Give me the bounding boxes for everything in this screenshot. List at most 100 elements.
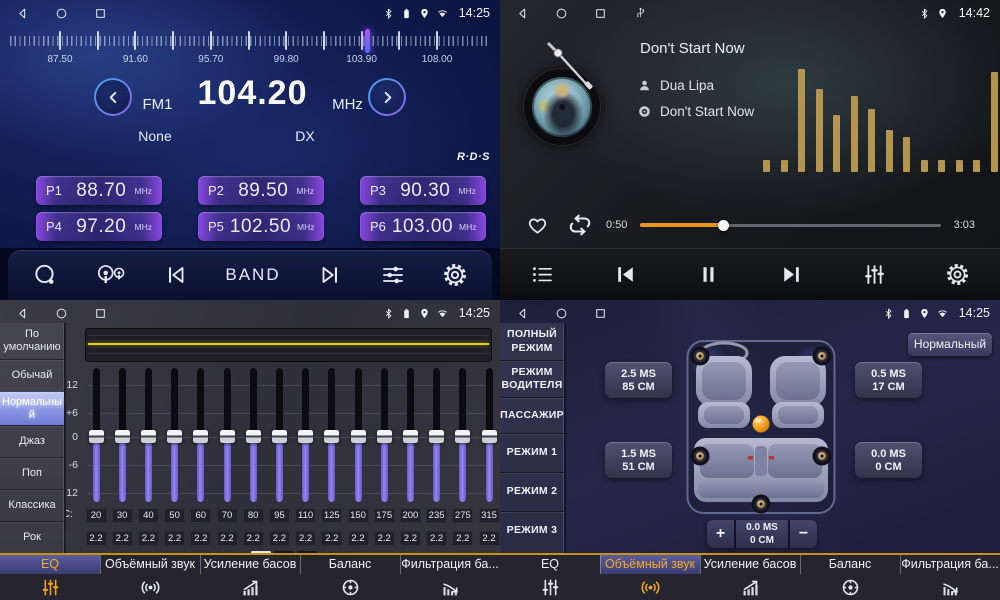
mode-5[interactable]: РЕЖИМ 3: [500, 511, 564, 550]
back-icon[interactable]: [516, 7, 529, 20]
q-value-14[interactable]: 2.2: [452, 531, 473, 546]
slider-thumb[interactable]: [377, 430, 392, 443]
tab-bass-filter[interactable]: Фильтрация ба...: [900, 555, 1000, 600]
radio-preset-P6[interactable]: P6103.00MHz: [360, 212, 486, 241]
fc-value-0[interactable]: 20: [86, 508, 107, 523]
recents-icon[interactable]: [594, 307, 607, 320]
radio-preset-P5[interactable]: P5102.50MHz: [198, 212, 324, 241]
slider-thumb[interactable]: [351, 430, 366, 443]
band-button[interactable]: BAND: [225, 265, 280, 285]
q-value-0[interactable]: 2.2: [86, 531, 107, 546]
eq-band-slider-5[interactable]: [224, 368, 231, 502]
eq-band-slider-2[interactable]: [145, 368, 152, 502]
back-icon[interactable]: [16, 307, 29, 320]
tab-eq[interactable]: EQ: [500, 555, 600, 600]
radio-preset-P3[interactable]: P390.30MHz: [360, 176, 486, 205]
fc-value-4[interactable]: 60: [190, 508, 211, 523]
delay-rear-right-button[interactable]: 0.0 MS 0 CM: [855, 442, 922, 478]
recents-icon[interactable]: [94, 307, 107, 320]
mode-2[interactable]: ПАССАЖИР: [500, 397, 564, 433]
slider-thumb[interactable]: [141, 430, 156, 443]
eq-band-slider-3[interactable]: [171, 368, 178, 502]
seek-next-icon[interactable]: [317, 262, 343, 288]
q-value-7[interactable]: 2.2: [269, 531, 290, 546]
q-value-9[interactable]: 2.2: [321, 531, 342, 546]
q-value-1[interactable]: 2.2: [112, 531, 133, 546]
speaker-rear-right[interactable]: [813, 447, 832, 466]
scan-icon[interactable]: [32, 262, 58, 288]
q-value-5[interactable]: 2.2: [217, 531, 238, 546]
tab-bass-boost[interactable]: Усиление басов: [700, 555, 800, 600]
delay-front-left-button[interactable]: 2.5 MS 85 CM: [605, 362, 672, 398]
back-icon[interactable]: [516, 307, 529, 320]
eq-band-slider-10[interactable]: [355, 368, 362, 502]
slider-thumb[interactable]: [429, 430, 444, 443]
eq-band-slider-1[interactable]: [119, 368, 126, 502]
speaker-subwoofer[interactable]: [752, 495, 771, 514]
eq-band-slider-11[interactable]: [381, 368, 388, 502]
q-value-3[interactable]: 2.2: [164, 531, 185, 546]
slider-thumb[interactable]: [246, 430, 261, 443]
eq-preset-0[interactable]: По умолчанию: [0, 323, 64, 359]
slider-thumb[interactable]: [298, 430, 313, 443]
home-icon[interactable]: [555, 307, 568, 320]
eq-band-slider-12[interactable]: [407, 368, 414, 502]
q-value-13[interactable]: 2.2: [426, 531, 447, 546]
fc-value-5[interactable]: 70: [217, 508, 238, 523]
recents-icon[interactable]: [594, 7, 607, 20]
fc-value-14[interactable]: 275: [452, 508, 473, 523]
fc-value-8[interactable]: 110: [295, 508, 316, 523]
fc-value-13[interactable]: 235: [426, 508, 447, 523]
home-icon[interactable]: [55, 307, 68, 320]
playlist-icon[interactable]: [530, 262, 555, 287]
slider-thumb[interactable]: [193, 430, 208, 443]
recents-icon[interactable]: [94, 7, 107, 20]
mode-4[interactable]: РЕЖИМ 2: [500, 472, 564, 511]
pause-icon[interactable]: [696, 262, 721, 287]
fc-value-7[interactable]: 95: [269, 508, 290, 523]
fc-value-9[interactable]: 125: [321, 508, 342, 523]
eq-preset-1[interactable]: Обычай: [0, 359, 64, 391]
fc-value-2[interactable]: 40: [138, 508, 159, 523]
slider-thumb[interactable]: [272, 430, 287, 443]
next-track-icon[interactable]: [779, 262, 804, 287]
fc-value-12[interactable]: 200: [400, 508, 421, 523]
eq-band-slider-7[interactable]: [276, 368, 283, 502]
eq-preset-5[interactable]: Классика: [0, 489, 64, 521]
home-icon[interactable]: [555, 7, 568, 20]
eq-band-slider-15[interactable]: [486, 368, 493, 502]
q-value-4[interactable]: 2.2: [190, 531, 211, 546]
decrease-delay-button[interactable]: −: [790, 520, 817, 548]
tab-eq[interactable]: EQ: [0, 555, 100, 600]
progress-thumb[interactable]: [718, 220, 729, 231]
back-icon[interactable]: [16, 7, 29, 20]
eq-band-slider-13[interactable]: [433, 368, 440, 502]
q-value-8[interactable]: 2.2: [295, 531, 316, 546]
tab-bass-filter[interactable]: Фильтрация ба...: [400, 555, 500, 600]
delay-rear-left-button[interactable]: 1.5 MS 51 CM: [605, 442, 672, 478]
speaker-rear-left[interactable]: [691, 447, 710, 466]
q-value-15[interactable]: 2.2: [479, 531, 500, 546]
slider-thumb[interactable]: [89, 430, 104, 443]
fc-value-3[interactable]: 50: [164, 508, 185, 523]
tab-balance[interactable]: Баланс: [800, 555, 900, 600]
slider-thumb[interactable]: [167, 430, 182, 443]
slider-thumb[interactable]: [482, 430, 497, 443]
eq-preset-3[interactable]: Джаз: [0, 425, 64, 457]
eq-band-slider-9[interactable]: [328, 368, 335, 502]
radio-preset-P2[interactable]: P289.50MHz: [198, 176, 324, 205]
radio-preset-P4[interactable]: P497.20MHz: [36, 212, 162, 241]
slider-thumb[interactable]: [403, 430, 418, 443]
eq-band-slider-0[interactable]: [93, 368, 100, 502]
mode-0[interactable]: ПОЛНЫЙ РЕЖИМ: [500, 323, 564, 360]
eq-preset-6[interactable]: Рок: [0, 521, 64, 553]
eq-band-slider-8[interactable]: [302, 368, 309, 502]
seek-previous-icon[interactable]: [163, 262, 189, 288]
q-value-6[interactable]: 2.2: [243, 531, 264, 546]
tune-up-button[interactable]: [368, 78, 406, 116]
tab-surround[interactable]: Объёмный звук: [600, 555, 700, 600]
eq-band-slider-4[interactable]: [197, 368, 204, 502]
equalizer-icon[interactable]: [862, 262, 887, 287]
broadcast-icon[interactable]: [94, 262, 126, 288]
fc-value-6[interactable]: 80: [243, 508, 264, 523]
